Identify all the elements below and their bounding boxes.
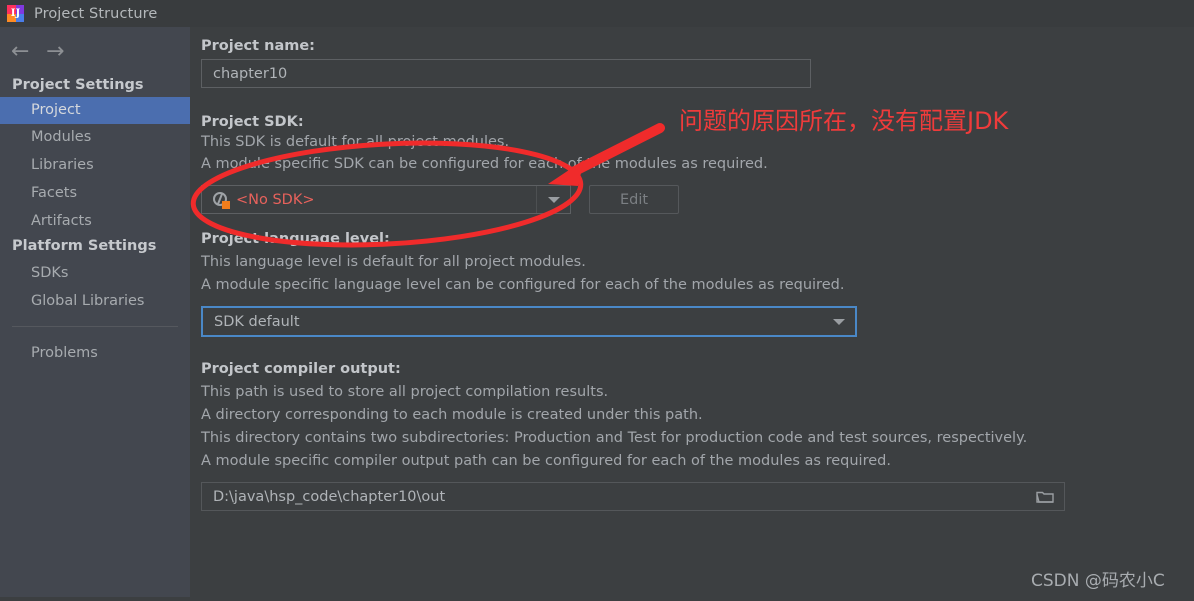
sidebar-item-artifacts[interactable]: Artifacts [0,208,190,235]
sidebar-item-libraries[interactable]: Libraries [0,152,190,179]
project-sdk-desc-line-1: This SDK is default for all project modu… [201,134,510,150]
project-sdk-label: Project SDK: [201,114,304,130]
settings-sidebar: ← → Project Settings Project Modules Lib… [0,27,190,597]
project-sdk-combobox[interactable]: <No SDK> [201,185,571,214]
sdk-globe-icon [213,191,230,209]
window-title: Project Structure [34,5,158,22]
project-name-input[interactable]: chapter10 [201,59,811,88]
language-level-combobox[interactable]: SDK default [201,306,857,337]
project-sdk-value: <No SDK> [236,191,315,208]
language-level-value: SDK default [214,313,300,330]
forward-arrow-icon[interactable]: → [46,41,76,63]
navigation-arrows: ← → [0,37,190,67]
project-sdk-desc-line-2: A module specific SDK can be configured … [201,156,768,172]
sidebar-item-facets[interactable]: Facets [0,180,190,207]
compiler-output-input[interactable]: D:\java\hsp_code\chapter10\out [201,482,1065,511]
sidebar-item-label: Global Libraries [31,293,145,309]
sidebar-item-project[interactable]: Project [0,97,190,124]
sidebar-group-platform-settings: Platform Settings [12,238,157,254]
title-bar: IJ Project Structure [0,0,1194,27]
chevron-down-icon[interactable] [822,308,855,335]
language-level-label: Project language level: [201,231,390,247]
chevron-down-icon[interactable] [536,186,570,213]
logo-glyph: IJ [10,7,21,19]
sidebar-item-label: Artifacts [31,213,92,229]
sidebar-item-label: Project [31,102,81,118]
sidebar-item-modules[interactable]: Modules [0,124,190,151]
compiler-output-desc-line-3: This directory contains two subdirectori… [201,430,1028,446]
sidebar-item-problems[interactable]: Problems [0,340,190,367]
folder-icon[interactable] [1027,484,1063,509]
compiler-output-value: D:\java\hsp_code\chapter10\out [213,488,446,505]
project-structure-dialog: IJ Project Structure ← → Project Setting… [0,0,1194,597]
sidebar-item-label: SDKs [31,265,69,281]
project-settings-panel: Project name: chapter10 Project SDK: Thi… [190,27,1194,597]
sidebar-item-label: Facets [31,185,78,201]
language-level-desc-line-2: A module specific language level can be … [201,277,845,293]
back-arrow-icon[interactable]: ← [11,41,41,63]
folder-icon-svg [1036,491,1054,503]
sidebar-group-project-settings: Project Settings [12,77,144,93]
language-level-desc-line-1: This language level is default for all p… [201,254,586,270]
sidebar-item-global-libraries[interactable]: Global Libraries [0,288,190,315]
project-name-label: Project name: [201,38,315,54]
sidebar-item-label: Libraries [31,157,94,173]
sidebar-divider [12,326,178,327]
sidebar-item-sdks[interactable]: SDKs [0,260,190,287]
intellij-idea-icon: IJ [7,5,24,22]
compiler-output-desc-line-1: This path is used to store all project c… [201,384,609,400]
compiler-output-desc-line-4: A module specific compiler output path c… [201,453,891,469]
edit-sdk-button-label: Edit [619,191,649,208]
csdn-watermark: CSDN @码农小C [1031,571,1165,591]
sidebar-item-label: Modules [31,129,92,145]
sidebar-item-label: Problems [31,345,98,361]
compiler-output-desc-line-2: A directory corresponding to each module… [201,407,703,423]
compiler-output-label: Project compiler output: [201,361,401,377]
project-name-value: chapter10 [213,65,288,82]
edit-sdk-button[interactable]: Edit [589,185,679,214]
